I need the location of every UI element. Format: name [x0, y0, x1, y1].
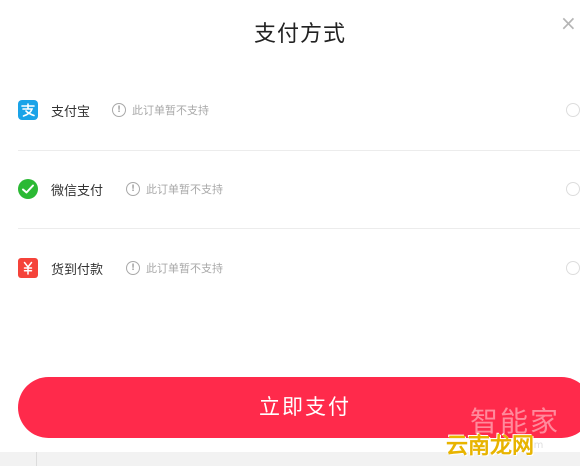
payment-radio-alipay[interactable] [566, 103, 580, 117]
payment-method-label: 微信支付 [51, 184, 104, 199]
unsupported-note: ! 此订单暂不支持 [126, 260, 223, 276]
unsupported-note-text: 此订单暂不支持 [146, 262, 223, 275]
payment-method-cash-on-delivery[interactable]: 货到付款 ! 此订单暂不支持 [18, 248, 580, 288]
unsupported-note-text: 此订单暂不支持 [132, 104, 209, 117]
payment-radio-cash-on-delivery[interactable] [566, 261, 580, 275]
divider [18, 228, 580, 229]
alipay-icon [18, 100, 38, 120]
divider [36, 452, 37, 466]
payment-method-label: 支付宝 [51, 105, 91, 120]
unsupported-note: ! 此订单暂不支持 [126, 181, 223, 197]
payment-method-wechat[interactable]: 微信支付 ! 此订单暂不支持 [18, 169, 580, 209]
watermark-main-text: 云南龙网 [446, 434, 535, 459]
payment-method-alipay[interactable]: 支付宝 ! 此订单暂不支持 [18, 90, 580, 130]
payment-method-label: 货到付款 [51, 263, 104, 278]
sheet-title: 支付方式 [253, 22, 346, 47]
info-icon: ! [112, 103, 126, 117]
unsupported-note-text: 此订单暂不支持 [146, 183, 223, 196]
info-icon: ! [126, 182, 140, 196]
unsupported-note: ! 此订单暂不支持 [112, 102, 209, 118]
payment-radio-wechat[interactable] [566, 182, 580, 196]
wechat-icon [18, 179, 38, 199]
info-icon: ! [126, 261, 140, 275]
divider [18, 150, 580, 151]
close-button[interactable]: × [560, 12, 578, 34]
cash-on-delivery-icon [18, 258, 38, 278]
